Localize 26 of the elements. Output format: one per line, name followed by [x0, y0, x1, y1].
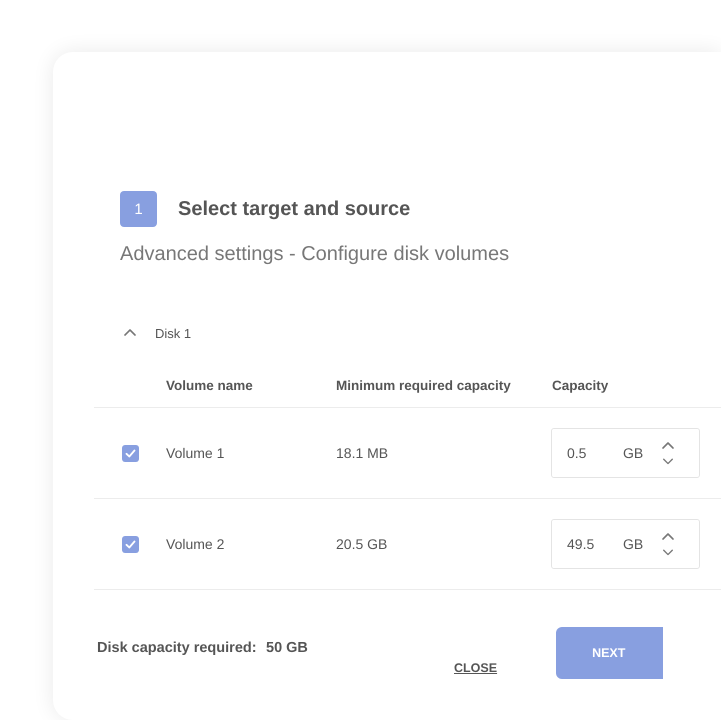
step-title: Select target and source	[178, 198, 410, 220]
minimum-capacity: 20.5 GB	[336, 536, 388, 552]
subtitle: Advanced settings - Configure disk volumes	[120, 243, 510, 266]
volume-name: Volume 1	[166, 445, 226, 461]
volume-name: Volume 2	[166, 536, 226, 552]
check-icon	[124, 446, 137, 460]
disk-label: Disk 1	[155, 326, 192, 340]
capacity-field[interactable]: 49.5 GB	[551, 519, 700, 569]
checkbox[interactable]	[122, 536, 139, 552]
step-badge: 1	[120, 191, 157, 227]
column-header: Capacity	[552, 378, 610, 392]
capacity-input[interactable]: 0.5	[567, 445, 623, 461]
close-button[interactable]: CLOSE	[454, 656, 498, 679]
increment-icon[interactable]	[660, 439, 676, 451]
column-header: Minimum required capacity	[336, 378, 512, 392]
capacity-value: 50 GB	[266, 640, 309, 656]
increment-icon[interactable]	[660, 530, 676, 542]
minimum-capacity: 18.1 MB	[336, 445, 390, 461]
capacity-input[interactable]: 49.5	[567, 536, 623, 552]
check-icon	[124, 538, 137, 550]
capacity-field[interactable]: 0.5 GB	[551, 428, 700, 478]
capacity-label: Disk capacity required:	[97, 640, 258, 656]
unit-label: GB	[623, 445, 644, 461]
column-header: Volume name	[166, 378, 254, 392]
unit-label: GB	[623, 536, 644, 552]
checkbox[interactable]	[122, 444, 139, 462]
